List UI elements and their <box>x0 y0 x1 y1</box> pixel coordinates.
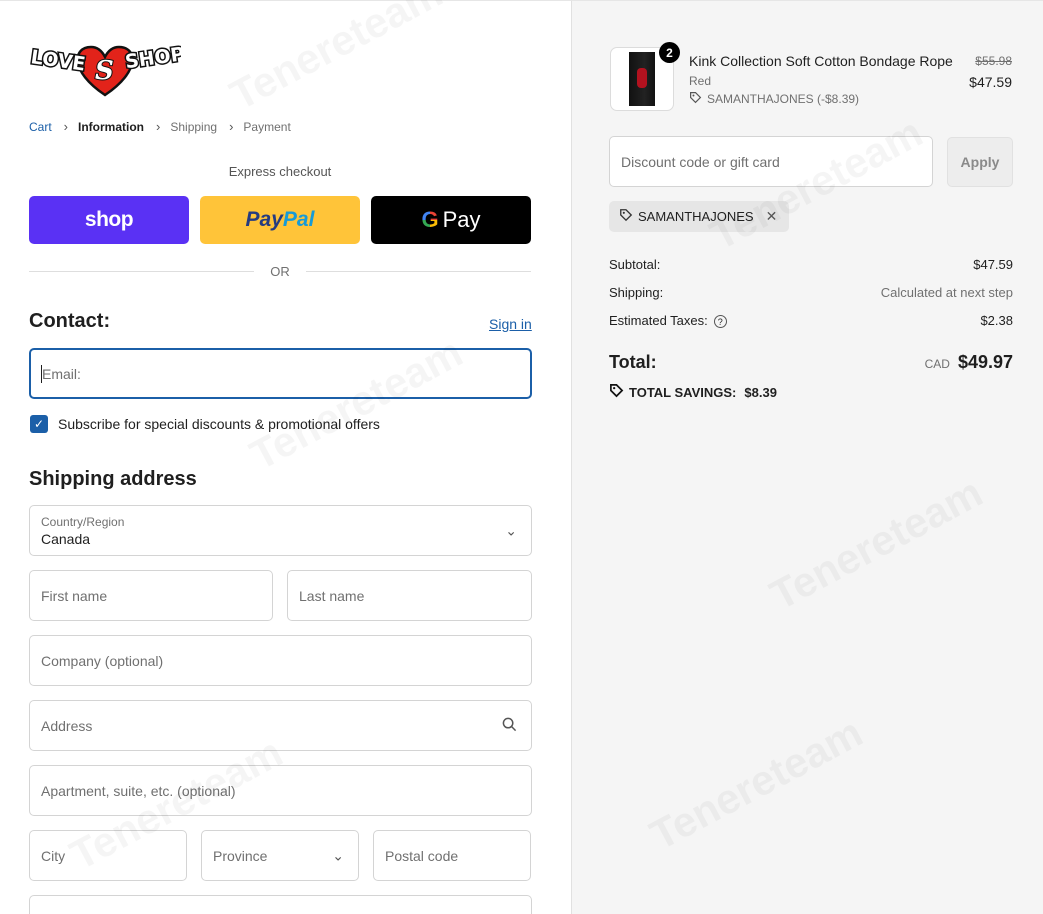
svg-text:LOVE: LOVE <box>29 46 86 75</box>
discount-code-placeholder: Discount code or gift card <box>621 153 780 170</box>
contact-heading: Contact: <box>29 310 111 332</box>
subscribe-row[interactable]: ✓ Subscribe for special discounts & prom… <box>30 415 380 433</box>
total-value: $49.97 <box>957 352 1013 372</box>
original-price: $55.98 <box>975 54 1012 68</box>
subtotal-row: Subtotal: $47.59 <box>609 257 1013 272</box>
paypal-button[interactable]: Pay Pal <box>200 196 360 244</box>
first-name-field[interactable]: First name <box>29 570 273 621</box>
applied-discount-code: SAMANTHAJONES <box>638 209 754 224</box>
shop-pay-button[interactable]: shop <box>29 196 189 244</box>
product-discount-label: SAMANTHAJONES (-$8.39) <box>707 92 860 106</box>
apply-button[interactable]: Apply <box>947 137 1013 187</box>
apartment-field[interactable]: Apartment, suite, etc. (optional) <box>29 765 532 816</box>
divider-line <box>305 271 531 272</box>
product-name: Kink Collection Soft Cotton Bondage Rope <box>689 53 953 69</box>
company-field[interactable]: Company (optional) <box>29 635 532 686</box>
discount-code-field[interactable]: Discount code or gift card <box>609 136 933 187</box>
chevron-down-icon: ⌄ <box>505 522 517 538</box>
taxes-row: Estimated Taxes:? $2.38 <box>609 313 1013 329</box>
search-icon <box>502 717 517 735</box>
first-name-placeholder: First name <box>41 587 108 604</box>
savings-value: $8.39 <box>744 384 777 400</box>
tag-icon <box>689 91 702 107</box>
shipping-address-heading: Shipping address <box>29 468 197 490</box>
product-image <box>629 52 655 106</box>
shipping-label: Shipping: <box>609 285 664 300</box>
shipping-row: Shipping: Calculated at next step <box>609 285 1013 300</box>
subtotal-label: Subtotal: <box>609 257 661 272</box>
country-label: Country/Region <box>41 514 125 529</box>
chevron-right-icon: › <box>229 119 234 134</box>
savings-label: TOTAL SAVINGS: <box>629 384 737 400</box>
email-field[interactable]: Email: <box>29 348 532 399</box>
address-placeholder: Address <box>41 717 93 734</box>
help-icon[interactable]: ? <box>713 315 727 329</box>
company-placeholder: Company (optional) <box>41 652 164 669</box>
applied-discount-chip: SAMANTHAJONES ✕ <box>609 201 790 232</box>
country-value: Canada <box>41 530 91 547</box>
total-currency: CAD <box>924 357 950 371</box>
or-label: OR <box>270 264 290 279</box>
divider-line <box>29 271 255 272</box>
postal-code-field[interactable]: Postal code <box>373 830 531 881</box>
product-variant: Red <box>689 74 712 88</box>
province-select[interactable]: Province ⌄ <box>201 830 359 881</box>
breadcrumb-shipping: Shipping <box>170 119 218 134</box>
google-g-icon: G <box>421 207 439 232</box>
breadcrumb-information: Information <box>78 119 145 134</box>
subscribe-label: Subscribe for special discounts & promot… <box>58 416 380 432</box>
last-name-field[interactable]: Last name <box>287 570 532 621</box>
express-checkout-title: Express checkout <box>228 164 332 179</box>
chevron-right-icon: › <box>63 119 69 134</box>
shop-pay-label: shop <box>84 208 134 231</box>
chevron-down-icon: ⌄ <box>332 847 344 863</box>
city-placeholder: City <box>41 847 66 864</box>
city-field[interactable]: City <box>29 830 187 881</box>
sign-in-link[interactable]: Sign in <box>489 316 532 332</box>
google-pay-label: Pay <box>442 207 481 232</box>
apartment-placeholder: Apartment, suite, etc. (optional) <box>41 782 236 799</box>
email-placeholder: Email: <box>42 365 81 382</box>
postal-code-placeholder: Postal code <box>385 847 459 864</box>
last-name-placeholder: Last name <box>299 587 365 604</box>
subscribe-checkbox[interactable]: ✓ <box>30 415 48 433</box>
province-placeholder: Province <box>213 847 268 864</box>
subtotal-value: $47.59 <box>973 257 1013 272</box>
discounted-price: $47.59 <box>969 74 1012 90</box>
breadcrumb: Cart › Information › Shipping › Payment <box>29 119 291 134</box>
or-divider: OR <box>29 264 531 279</box>
address-field[interactable]: Address <box>29 700 532 751</box>
product-discount: SAMANTHAJONES (-$8.39) <box>689 91 859 107</box>
svg-text:S: S <box>95 56 114 86</box>
paypal-label-pal: Pal <box>282 208 315 231</box>
total-label: Total: <box>609 352 657 372</box>
savings-tag-icon <box>609 383 624 401</box>
remove-discount-icon[interactable]: ✕ <box>766 208 778 225</box>
breadcrumb-payment: Payment <box>243 119 291 134</box>
taxes-label: Estimated Taxes: <box>609 313 708 328</box>
svg-text:SHOP: SHOP <box>124 43 181 73</box>
phone-field[interactable] <box>29 895 532 914</box>
total-value-group: CAD $49.97 <box>925 352 1013 373</box>
shipping-value: Calculated at next step <box>880 285 1013 300</box>
paypal-label-pay: Pay <box>245 208 283 231</box>
taxes-value: $2.38 <box>980 313 1013 328</box>
country-select[interactable]: Country/Region Canada ⌄ <box>29 505 532 556</box>
chevron-right-icon: › <box>156 119 161 134</box>
quantity-badge: 2 <box>659 42 680 63</box>
tag-icon <box>619 208 633 225</box>
total-savings: TOTAL SAVINGS: $8.39 <box>609 383 777 401</box>
love-shop-logo[interactable]: LOVE S SHOP <box>28 39 187 99</box>
breadcrumb-cart[interactable]: Cart <box>29 120 52 134</box>
checkout-form-panel: LOVE S SHOP Cart › Information › Shippin… <box>0 0 571 914</box>
google-pay-button[interactable]: G Pay <box>371 196 531 244</box>
